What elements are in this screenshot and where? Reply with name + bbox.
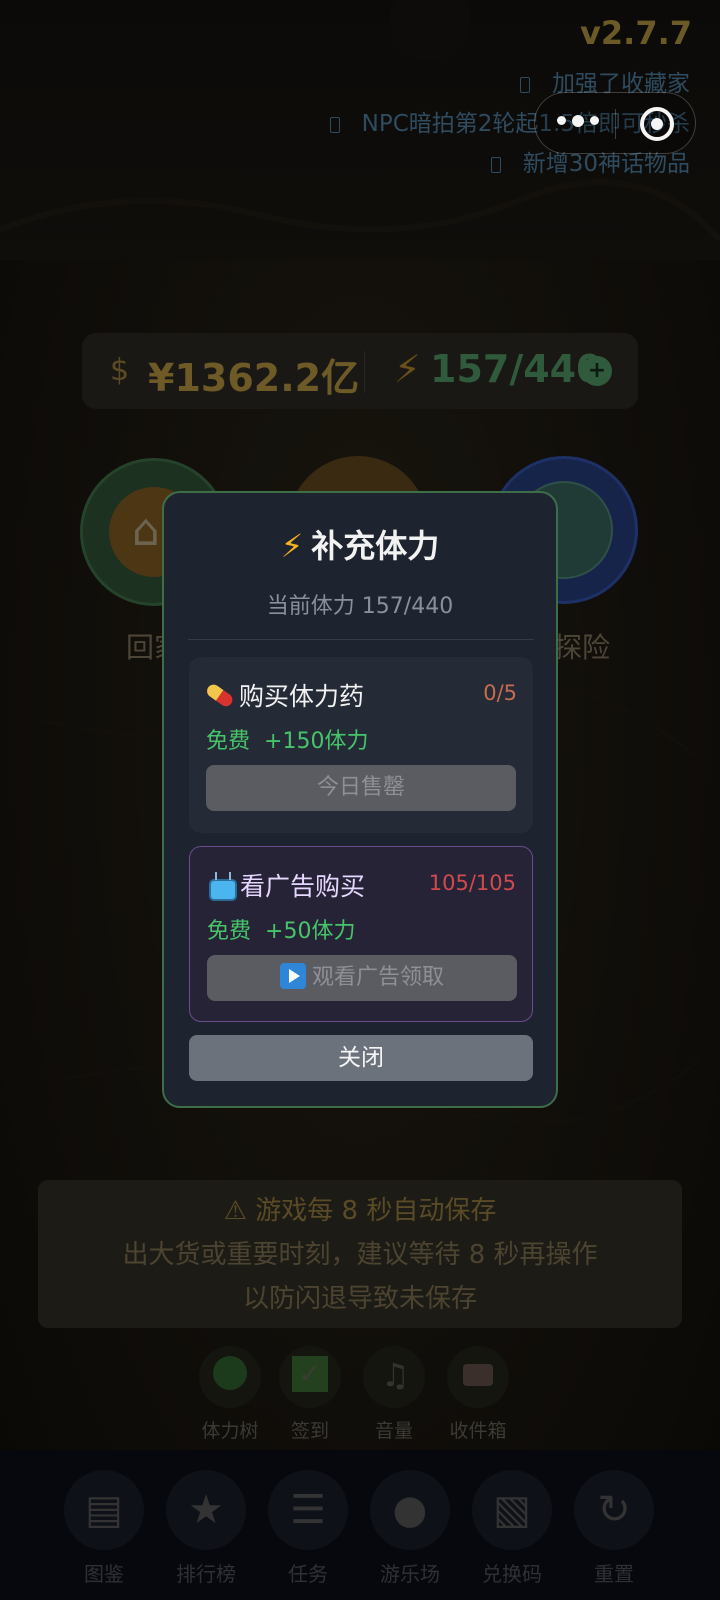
add-stamina-button[interactable]: + xyxy=(582,356,612,386)
miniprogram-capsule xyxy=(534,92,696,154)
nav-item-reset[interactable]: ↻ 重置 xyxy=(572,1470,656,1587)
money-bag-icon: $ xyxy=(110,353,130,388)
resource-divider xyxy=(364,351,365,393)
note-bullet-icon xyxy=(329,116,340,133)
play-icon xyxy=(279,963,306,989)
buy-potion-card: 购买体力药 0/5 免费 +150体力 今日售罄 xyxy=(189,657,533,833)
pill-icon xyxy=(201,676,240,715)
inbox-button[interactable]: 收件箱 xyxy=(446,1346,510,1443)
stamina-tree-button[interactable]: 体力树 xyxy=(198,1346,262,1443)
warning-text: 以防闪退导致未保存 xyxy=(242,1284,477,1314)
capsule-divider xyxy=(615,109,616,139)
nav-item-redeem[interactable]: ▧ 兑换码 xyxy=(470,1470,554,1587)
nav-item-leaderboard[interactable]: ★ 排行榜 xyxy=(164,1470,248,1587)
exit-target-icon[interactable] xyxy=(640,107,674,141)
note-bullet-icon xyxy=(520,76,530,93)
close-button[interactable]: 关闭 xyxy=(189,1035,533,1081)
gift-icon: ▧ xyxy=(472,1470,552,1550)
sold-out-button[interactable]: 今日售罄 xyxy=(206,765,516,811)
refresh-icon: ↻ xyxy=(574,1470,654,1550)
watch-ad-card: 看广告购买 105/105 免费 +50体力 观看广告领取 xyxy=(189,846,533,1022)
clipboard-icon: ☰ xyxy=(268,1470,348,1550)
book-icon: ▤ xyxy=(64,1470,144,1550)
volume-button[interactable]: 音量 xyxy=(362,1346,426,1443)
nav-item-collection[interactable]: ▤ 图鉴 xyxy=(62,1470,146,1587)
refill-stamina-dialog: ⚡ 补充体力 当前体力 157/440 购买体力药 0/5 免费 +150体力 今日… xyxy=(162,491,558,1108)
ad-reward: 免费 +50体力 xyxy=(207,919,356,944)
version-label: v2.7.7 xyxy=(580,14,692,52)
warning-text: 出大货或重要时刻，建议等待 8 秒再操作 xyxy=(122,1240,598,1270)
nav-item-tasks[interactable]: ☰ 任务 xyxy=(266,1470,350,1587)
lightning-icon: ⚡ xyxy=(280,527,304,565)
trophy-icon: ★ xyxy=(166,1470,246,1550)
lightning-icon: ⚡ xyxy=(394,347,421,391)
checkbox-icon xyxy=(279,1346,341,1408)
nav-item-arcade[interactable]: ● 游乐场 xyxy=(368,1470,452,1587)
stamina-amount: 157/440 xyxy=(430,347,603,391)
note-bullet-icon xyxy=(490,156,501,173)
warning-icon: ⚠ xyxy=(223,1196,256,1226)
potion-reward: 免费 +150体力 xyxy=(206,729,369,754)
current-stamina-text: 当前体力 157/440 xyxy=(266,594,454,619)
watch-ad-button[interactable]: 观看广告领取 xyxy=(207,955,517,1001)
adventure-label: 探险 xyxy=(554,631,611,664)
ad-title: 看广告购买 xyxy=(240,872,366,901)
dialog-title: ⚡ 补充体力 xyxy=(280,527,440,565)
bottom-nav: ▤ 图鉴 ★ 排行榜 ☰ 任务 ● 游乐场 ▧ 兑换码 ↻ 重置 xyxy=(0,1450,720,1600)
speaker-icon xyxy=(363,1346,425,1408)
warning-title: ⚠ 游戏每 8 秒自动保存 xyxy=(223,1196,497,1226)
potion-count: 0/5 xyxy=(483,681,517,705)
tv-icon xyxy=(207,871,237,901)
tree-icon xyxy=(199,1346,261,1408)
gamepad-icon: ● xyxy=(370,1470,450,1550)
autosave-warning: ⚠ 游戏每 8 秒自动保存 出大货或重要时刻，建议等待 8 秒再操作 以防闪退导… xyxy=(38,1180,682,1328)
potion-title: 购买体力药 xyxy=(239,682,365,711)
dialog-divider xyxy=(188,639,534,640)
checkin-button[interactable]: 签到 xyxy=(278,1346,342,1443)
mailbox-icon xyxy=(447,1346,509,1408)
ad-count: 105/105 xyxy=(428,871,516,895)
money-amount: ¥1362.2亿 xyxy=(148,356,360,400)
resource-bar: $ ¥1362.2亿 ⚡ 157/440 + xyxy=(82,333,638,409)
more-menu-button[interactable] xyxy=(557,114,599,127)
